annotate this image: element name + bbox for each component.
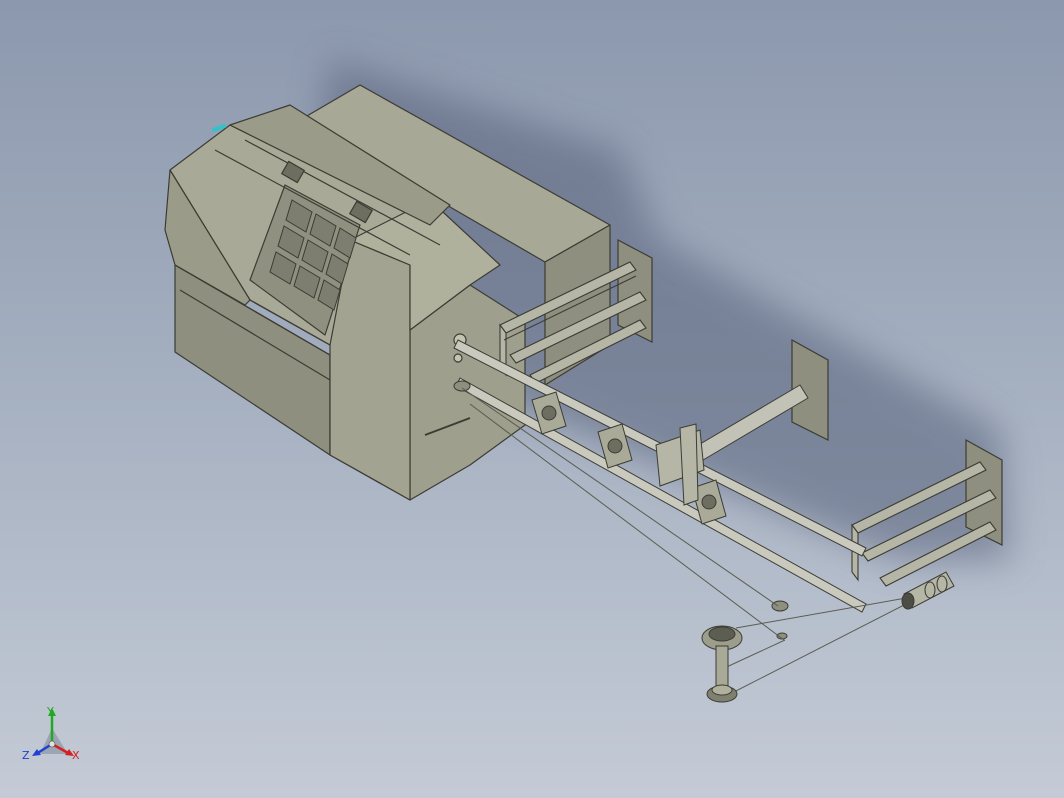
cad-viewport[interactable]: Y Z X bbox=[0, 0, 1064, 798]
cylinder-weights[interactable] bbox=[901, 571, 955, 610]
triad-origin bbox=[48, 740, 56, 748]
side-hole-2 bbox=[453, 353, 463, 363]
spool-reel[interactable] bbox=[701, 625, 743, 703]
triad-z-label: Z bbox=[22, 749, 30, 762]
triad-y-label: Y bbox=[47, 705, 54, 718]
machine-3d-model[interactable] bbox=[0, 0, 1064, 798]
triad-x-label: X bbox=[72, 749, 80, 762]
